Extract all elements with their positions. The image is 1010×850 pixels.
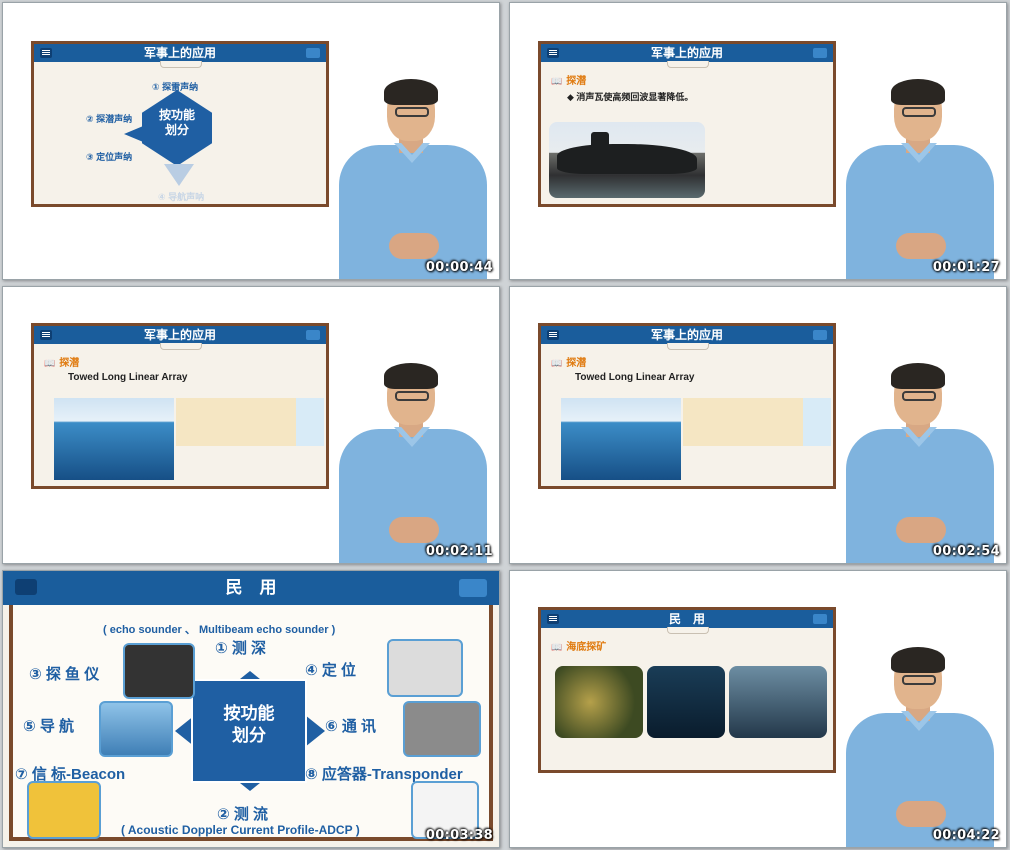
- communication-device-image: [403, 701, 481, 757]
- surtass-panel: [296, 398, 324, 446]
- video-frame-5[interactable]: 民 用 ( echo sounder 、 Multibeam echo soun…: [2, 570, 500, 848]
- slide-header: 军事上的应用: [34, 326, 326, 344]
- slide-title: 军事上的应用: [143, 328, 216, 342]
- center-label: 按功能 划分: [223, 704, 275, 745]
- video-frame-1[interactable]: 军事上的应用 按功能 划分 ① 探雷声纳 ② 探潜声纳 ③ 定位声纳 ④ 导航声…: [2, 2, 500, 280]
- chat-icon[interactable]: [306, 330, 320, 340]
- chat-icon[interactable]: [813, 614, 827, 624]
- chat-icon[interactable]: [306, 48, 320, 58]
- sonar-evolution-panel: [683, 398, 803, 446]
- positioning-device-image: [387, 639, 463, 697]
- bottom-arrow: [164, 164, 194, 186]
- slide-title: 民 用: [668, 612, 705, 626]
- timestamp: 00:04:22: [932, 828, 1000, 843]
- menu-icon[interactable]: [547, 330, 559, 340]
- fishfinder-image: [123, 643, 195, 699]
- item-flow: ② 测 流: [217, 806, 269, 823]
- item-depth: ① 测 深: [215, 640, 267, 657]
- slide-header: 军事上的应用: [34, 44, 326, 62]
- bullet-text: ◆ 消声瓦使高频回波显著降低。: [567, 92, 694, 102]
- book-icon: 📖: [44, 358, 56, 368]
- slide-title: 军事上的应用: [650, 328, 723, 342]
- underwater-vehicle-photo: [647, 666, 725, 738]
- submarine-sail: [591, 132, 609, 148]
- auv-photo: [729, 666, 827, 738]
- item-mine-sonar: ① 探雷声纳: [152, 82, 199, 92]
- slide-title: 军事上的应用: [143, 46, 216, 60]
- slide-panel: 军事上的应用 📖 探潜 Towed Long Linear Array: [538, 323, 836, 489]
- timestamp: 00:03:38: [425, 828, 493, 843]
- item-fishfinder: ③ 探 鱼 仪: [29, 666, 100, 683]
- item-positioning-sonar: ③ 定位声纳: [86, 152, 133, 162]
- video-frame-6[interactable]: 民 用 📖 海底探矿 00:04:22: [509, 570, 1007, 848]
- slide-header: 民 用: [3, 571, 499, 605]
- slide-panel: 民 用 📖 海底探矿: [538, 607, 836, 773]
- tab-notch: [667, 627, 709, 634]
- slide-title: 民 用: [225, 578, 277, 597]
- tab-notch: [667, 61, 709, 68]
- seabed-mining-photo: [555, 666, 643, 738]
- section-title: 📖 探潜: [551, 76, 587, 87]
- presenter: [846, 363, 1006, 563]
- tab-notch: [160, 61, 202, 68]
- submarine-hull: [557, 144, 697, 174]
- echo-sounder-note: ( echo sounder 、 Multibeam echo sounder …: [103, 624, 336, 636]
- chat-icon[interactable]: [813, 330, 827, 340]
- slide-header: 军事上的应用: [541, 44, 833, 62]
- menu-icon[interactable]: [547, 614, 559, 624]
- presenter: [339, 79, 499, 279]
- menu-icon[interactable]: [547, 48, 559, 58]
- book-icon: 📖: [551, 642, 563, 652]
- presenter: [846, 647, 1006, 847]
- surtass-panel: [803, 398, 831, 446]
- slide-header: 军事上的应用: [541, 326, 833, 344]
- section-title: 📖 海底探矿: [551, 642, 607, 653]
- chat-icon[interactable]: [813, 48, 827, 58]
- chat-icon[interactable]: [459, 579, 487, 597]
- cruise-ship-image: [99, 701, 173, 757]
- video-frame-4[interactable]: 军事上的应用 📖 探潜 Towed Long Linear Array 00:02…: [509, 286, 1007, 564]
- video-frame-2[interactable]: 军事上的应用 📖 探潜 ◆ 消声瓦使高频回波显著降低。 00:01:27: [509, 2, 1007, 280]
- tab-notch: [667, 343, 709, 350]
- menu-icon[interactable]: [40, 48, 52, 58]
- book-icon: 📖: [551, 76, 563, 86]
- timestamp: 00:02:11: [425, 544, 493, 559]
- sonar-evolution-panel: [176, 398, 296, 446]
- slide-panel: 军事上的应用 📖 探潜 ◆ 消声瓦使高频回波显著降低。: [538, 41, 836, 207]
- timestamp: 00:01:27: [932, 260, 1000, 275]
- presenter: [846, 79, 1006, 279]
- beacon-image: [27, 781, 101, 839]
- slide-subtitle: Towed Long Linear Array: [575, 372, 695, 383]
- adcp-note: ( Acoustic Doppler Current Profile-ADCP …: [121, 823, 360, 837]
- section-title: 📖 探潜: [44, 358, 80, 369]
- submarine-photo: [549, 122, 705, 198]
- center-label: 按功能 划分: [158, 108, 195, 137]
- slide-subtitle: Towed Long Linear Array: [68, 372, 188, 383]
- towed-array-illustration: [54, 398, 174, 480]
- slide-panel: 军事上的应用 按功能 划分 ① 探雷声纳 ② 探潜声纳 ③ 定位声纳 ④ 导航声…: [31, 41, 329, 207]
- item-positioning: ④ 定 位: [305, 662, 357, 679]
- item-communication: ⑥ 通 讯: [325, 718, 377, 735]
- timestamp: 00:00:44: [425, 260, 493, 275]
- item-navigation-sonar: ④ 导航声呐: [158, 192, 205, 202]
- slide-panel: 军事上的应用 📖 探潜 Towed Long Linear Array: [31, 323, 329, 489]
- section-title: 📖 探潜: [551, 358, 587, 369]
- towed-array-illustration: [561, 398, 681, 480]
- book-icon: 📖: [551, 358, 563, 368]
- slide-header: 民 用: [541, 610, 833, 628]
- item-navigation: ⑤ 导 航: [23, 718, 75, 735]
- slide-title: 军事上的应用: [650, 46, 723, 60]
- presenter: [339, 363, 499, 563]
- item-submarine-sonar: ② 探潜声纳: [86, 114, 133, 124]
- video-frame-3[interactable]: 军事上的应用 📖 探潜 Towed Long Linear Array 00:02…: [2, 286, 500, 564]
- tab-notch: [160, 343, 202, 350]
- timestamp: 00:02:54: [932, 544, 1000, 559]
- thumbnail-grid: 军事上的应用 按功能 划分 ① 探雷声纳 ② 探潜声纳 ③ 定位声纳 ④ 导航声…: [0, 0, 1010, 850]
- menu-icon[interactable]: [40, 330, 52, 340]
